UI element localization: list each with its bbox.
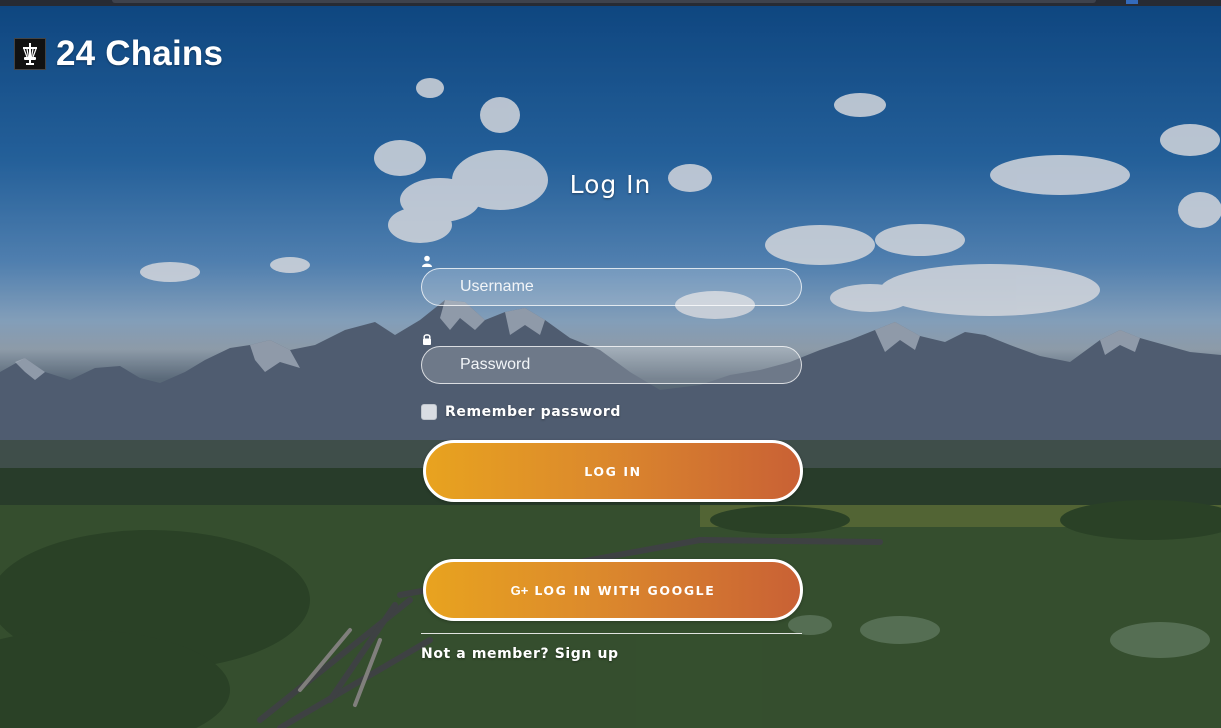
login-button-label: LOG IN: [584, 463, 642, 479]
google-plus-icon: G+: [510, 582, 529, 598]
user-icon: [421, 252, 433, 267]
brand-name: 24 Chains: [56, 34, 224, 73]
remember-password-label[interactable]: Remember password: [445, 404, 621, 420]
disc-golf-basket-icon: [14, 38, 46, 70]
remember-password-checkbox[interactable]: [421, 404, 437, 420]
google-login-button-label: LOG IN WITH GOOGLE: [534, 582, 716, 598]
page-title: Log In: [569, 170, 652, 199]
login-form: Remember password LOG IN G+ LOG IN WITH …: [421, 252, 803, 662]
brand-header[interactable]: 24 Chains: [14, 34, 223, 74]
login-button[interactable]: LOG IN: [423, 440, 803, 502]
username-input[interactable]: [421, 268, 802, 306]
signup-link[interactable]: Not a member? Sign up: [421, 646, 803, 662]
remember-password-row[interactable]: Remember password: [421, 404, 803, 420]
google-login-button[interactable]: G+ LOG IN WITH GOOGLE: [423, 559, 803, 621]
lock-icon: [421, 330, 433, 345]
login-page: 24 Chains Log In Remember password LOG I…: [0, 0, 1221, 728]
password-input[interactable]: [421, 346, 802, 384]
form-divider: [421, 633, 802, 634]
